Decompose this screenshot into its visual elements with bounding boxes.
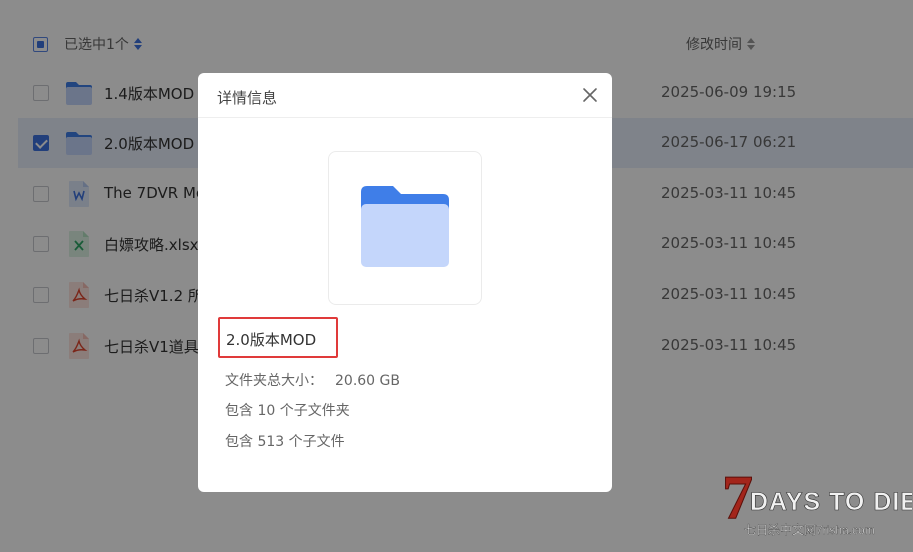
svg-text:七日杀中文网7risha.com: 七日杀中文网7risha.com [744, 522, 875, 537]
folder-icon [361, 186, 449, 267]
site-watermark-logo: 7 DAYS TO DIE 七日杀中文网7risha.com [722, 464, 912, 538]
subfiles-count: 包含 513 个子文件 [225, 434, 345, 450]
dialog-title: 详情信息 [217, 89, 278, 107]
folder-name: 2.0版本MOD [226, 331, 317, 349]
total-size-label: 文件夹总大小： [225, 373, 323, 389]
folder-preview [328, 151, 482, 305]
svg-text:7: 7 [722, 464, 753, 532]
dialog-divider [198, 117, 612, 118]
svg-text:DAYS TO DIE: DAYS TO DIE [750, 488, 912, 516]
close-icon[interactable] [581, 86, 599, 104]
total-size-value: 20.60 GB [335, 373, 400, 389]
subfolders-count: 包含 10 个子文件夹 [225, 403, 350, 419]
details-dialog: 详情信息 2.0版本MOD 文件夹总大小： 20.60 GB 包含 10 个子文件… [198, 73, 612, 492]
folder-name-highlight: 2.0版本MOD [218, 317, 338, 358]
total-size-info: 文件夹总大小： 20.60 GB [225, 370, 400, 390]
